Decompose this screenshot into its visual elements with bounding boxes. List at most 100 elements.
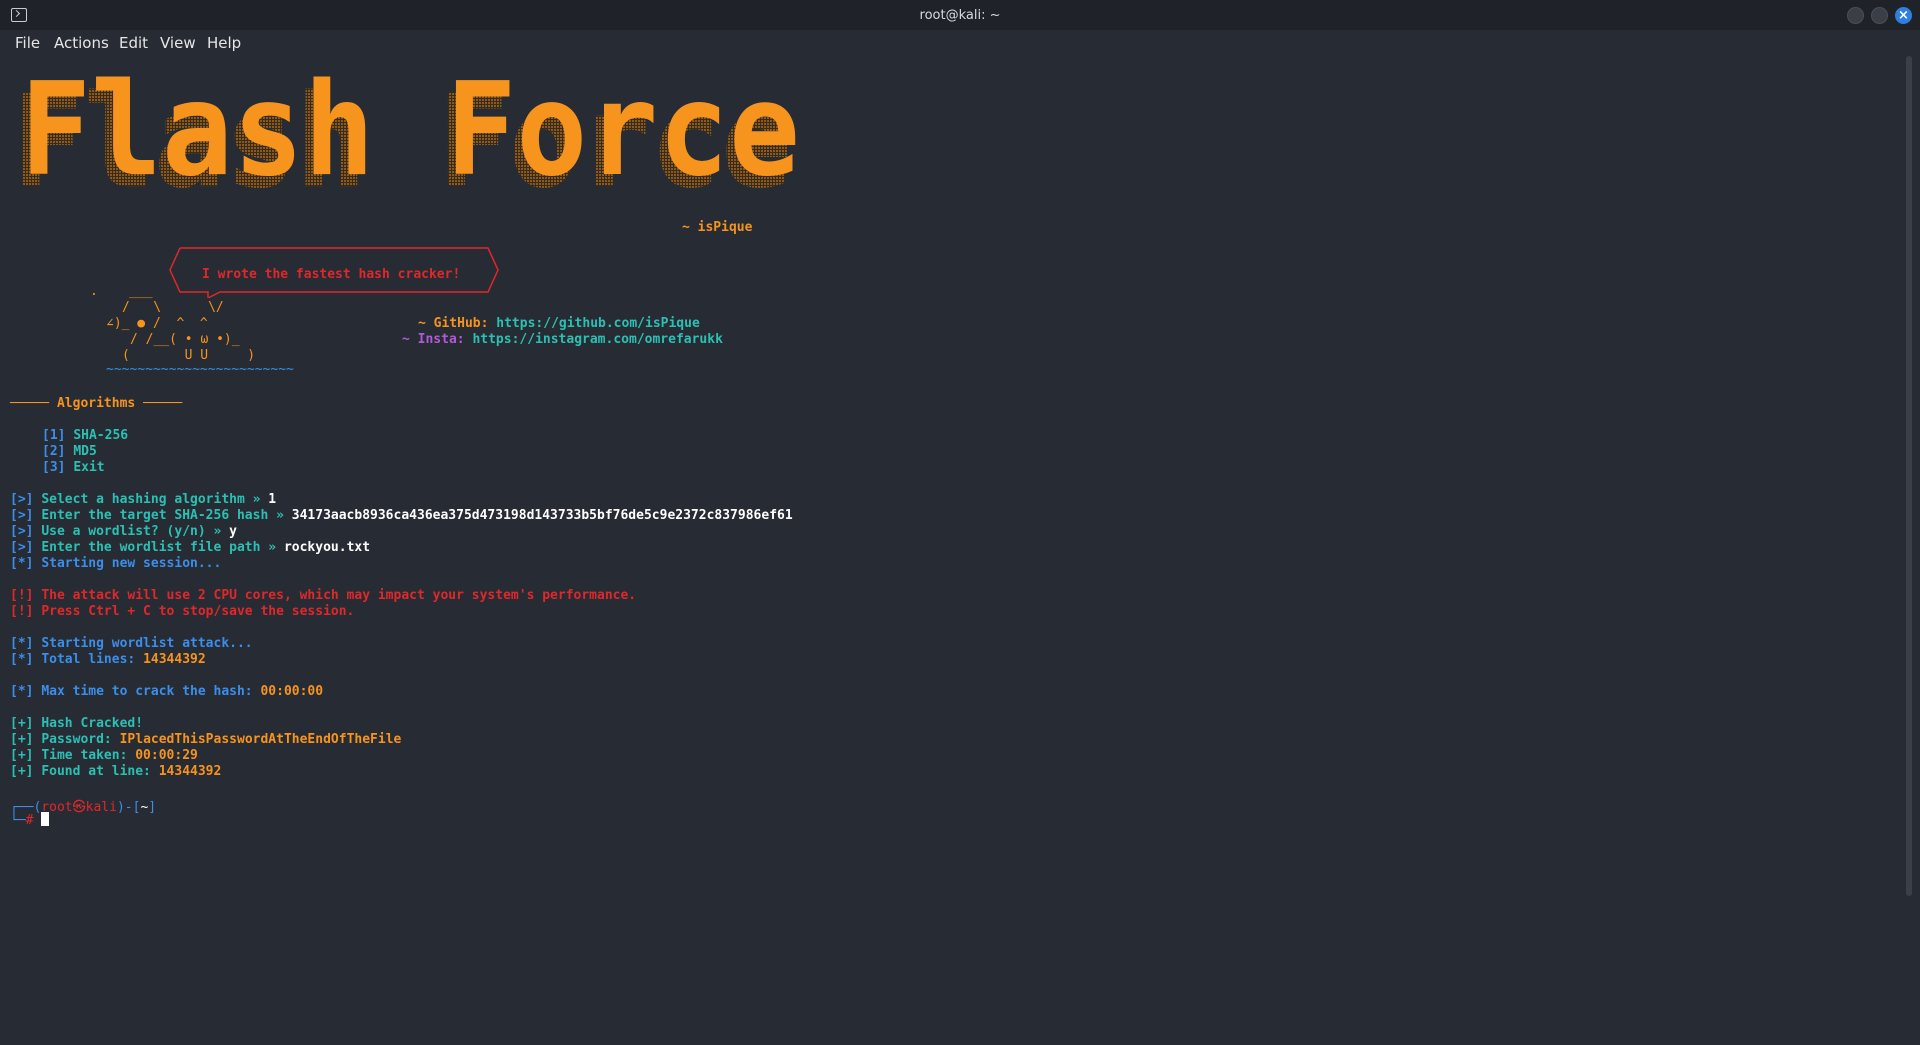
window-title: root@kali: ~ [919, 8, 1001, 23]
algorithm-item-md5: [2] MD5 [42, 444, 97, 459]
terminal-window: root@kali: ~ × File Actions Edit View He… [0, 0, 1920, 1045]
mascot-line-2: / \ \/ [122, 300, 224, 315]
starting-attack-line: [*] Starting wordlist attack... [10, 636, 253, 651]
menu-edit[interactable]: Edit [119, 34, 148, 52]
prompt-hash: # [25, 813, 34, 828]
algorithms-header: ───── Algorithms ───── [10, 396, 182, 411]
algorithm-item-sha256: [1] SHA-256 [42, 428, 128, 443]
result-tag: [+] [10, 748, 34, 763]
banner-title: Flash Force [20, 72, 800, 204]
status-value: 00:00:00 [260, 684, 324, 699]
flash-force-banner: Flash Force Flash Force [12, 72, 800, 204]
warning-tag: [!] [10, 588, 34, 603]
prompt-corner: └─ [10, 813, 26, 828]
insta-url[interactable]: https://instagram.com/omrefarukk [472, 332, 722, 347]
result-tag: [+] [10, 732, 34, 747]
result-text: Time taken: [41, 748, 136, 763]
algorithms-rule-left: ───── [10, 396, 50, 411]
insta-label: ~ Insta: [402, 332, 465, 347]
github-label: ~ GitHub: [418, 316, 489, 331]
status-value: 14344392 [143, 652, 206, 667]
max-time-line: [*] Max time to crack the hash: 00:00:00 [10, 684, 323, 699]
hash-cracked-line: [+] Hash Cracked! [10, 716, 143, 731]
result-text: Password: [41, 732, 120, 747]
warning-cpu-line: [!] The attack will use 2 CPU cores, whi… [10, 588, 636, 603]
prompt-text: Select a hashing algorithm » [41, 492, 269, 507]
status-text: Max time to crack the hash: [41, 684, 261, 699]
select-algorithm-line: [>] Select a hashing algorithm » 1 [10, 492, 276, 507]
close-button[interactable]: × [1895, 7, 1912, 24]
status-tag: [*] [10, 652, 34, 667]
prompt-bracket: ] [148, 800, 157, 815]
status-tag: [*] [10, 636, 34, 651]
result-text: Hash Cracked! [41, 716, 144, 731]
target-hash-line: [>] Enter the target SHA-256 hash » 3417… [10, 508, 793, 523]
prompt-host: kali [85, 800, 117, 815]
algorithms-title: Algorithms [56, 396, 136, 411]
status-text: Starting wordlist attack... [41, 636, 253, 651]
minimize-button[interactable] [1847, 7, 1864, 24]
speech-text: I wrote the fastest hash cracker! [202, 267, 461, 282]
menu-help[interactable]: Help [207, 34, 241, 52]
user-input-value: 34173aacb8936ca436ea375d473198d143733b5b… [291, 508, 793, 523]
menu-file[interactable]: File [15, 34, 40, 52]
prompt-separator: )-[ [116, 800, 141, 815]
wordlist-path-line: [>] Enter the wordlist file path » rocky… [10, 540, 370, 555]
algorithm-label: SHA-256 [73, 428, 129, 443]
algorithm-item-exit: [3] Exit [42, 460, 105, 475]
prompt-tag: [>] [10, 508, 34, 523]
prompt-tag: [>] [10, 540, 34, 555]
prompt-tag: [>] [10, 524, 34, 539]
scrollbar[interactable] [1906, 56, 1912, 896]
github-link-row: ~ GitHub: https://github.com/isPique [418, 316, 700, 331]
algorithm-key: [2] [42, 444, 66, 459]
text-cursor [41, 812, 50, 826]
password-value: IPlacedThisPasswordAtTheEndOfTheFile [119, 732, 402, 747]
maximize-button[interactable] [1871, 7, 1888, 24]
close-icon: × [1898, 8, 1909, 23]
status-text: Starting new session... [41, 556, 222, 571]
mascot-line-3: ∠)_ ● / ^ ^ [106, 316, 208, 331]
github-url[interactable]: https://github.com/isPique [496, 316, 700, 331]
warning-text: The attack will use 2 CPU cores, which m… [41, 588, 637, 603]
mascot-water: ~~~~~~~~~~~~~~~~~~~~~~~~ [106, 362, 294, 377]
prompt-tag: [>] [10, 492, 34, 507]
algorithm-label: Exit [73, 460, 105, 475]
title-bar: root@kali: ~ × [0, 0, 1920, 30]
author-credit: ~ isPique [682, 220, 753, 235]
result-text: Found at line: [41, 764, 159, 779]
user-input-value: 1 [268, 492, 277, 507]
status-tag: [*] [10, 556, 34, 571]
warning-tag: [!] [10, 604, 34, 619]
warning-text: Press Ctrl + C to stop/save the session. [41, 604, 355, 619]
found-at-line: [+] Found at line: 14344392 [10, 764, 221, 779]
shell-prompt-bottom[interactable]: └─# [10, 812, 50, 828]
starting-session-line: [*] Starting new session... [10, 556, 221, 571]
result-tag: [+] [10, 716, 34, 731]
user-input-value: rockyou.txt [283, 540, 371, 555]
mascot-line-5: ( U U ) [122, 348, 256, 363]
warning-ctrlc-line: [!] Press Ctrl + C to stop/save the sess… [10, 604, 354, 619]
menu-bar: File Actions Edit View Help [0, 30, 1920, 56]
algorithms-rule-right: ───── [143, 396, 183, 411]
algorithm-label: MD5 [73, 444, 97, 459]
prompt-at: ㉿ [72, 800, 86, 815]
status-text: Total lines: [41, 652, 144, 667]
user-input-value: y [229, 524, 237, 539]
time-taken-line: [+] Time taken: 00:00:29 [10, 748, 198, 763]
use-wordlist-line: [>] Use a wordlist? (y/n) » y [10, 524, 237, 539]
total-lines-line: [*] Total lines: 14344392 [10, 652, 206, 667]
status-tag: [*] [10, 684, 34, 699]
password-line: [+] Password: IPlacedThisPasswordAtTheEn… [10, 732, 401, 747]
insta-link-row: ~ Insta: https://instagram.com/omrefaruk… [402, 332, 723, 347]
menu-view[interactable]: View [160, 34, 196, 52]
menu-actions[interactable]: Actions [54, 34, 109, 52]
time-value: 00:00:29 [135, 748, 198, 763]
algorithm-key: [3] [42, 460, 66, 475]
prompt-text: Enter the wordlist file path » [41, 540, 284, 555]
prompt-text: Enter the target SHA-256 hash » [41, 508, 292, 523]
result-tag: [+] [10, 764, 34, 779]
prompt-text: Use a wordlist? (y/n) » [41, 524, 230, 539]
line-number-value: 14344392 [158, 764, 222, 779]
mascot-line-1: . ___ [90, 284, 153, 299]
